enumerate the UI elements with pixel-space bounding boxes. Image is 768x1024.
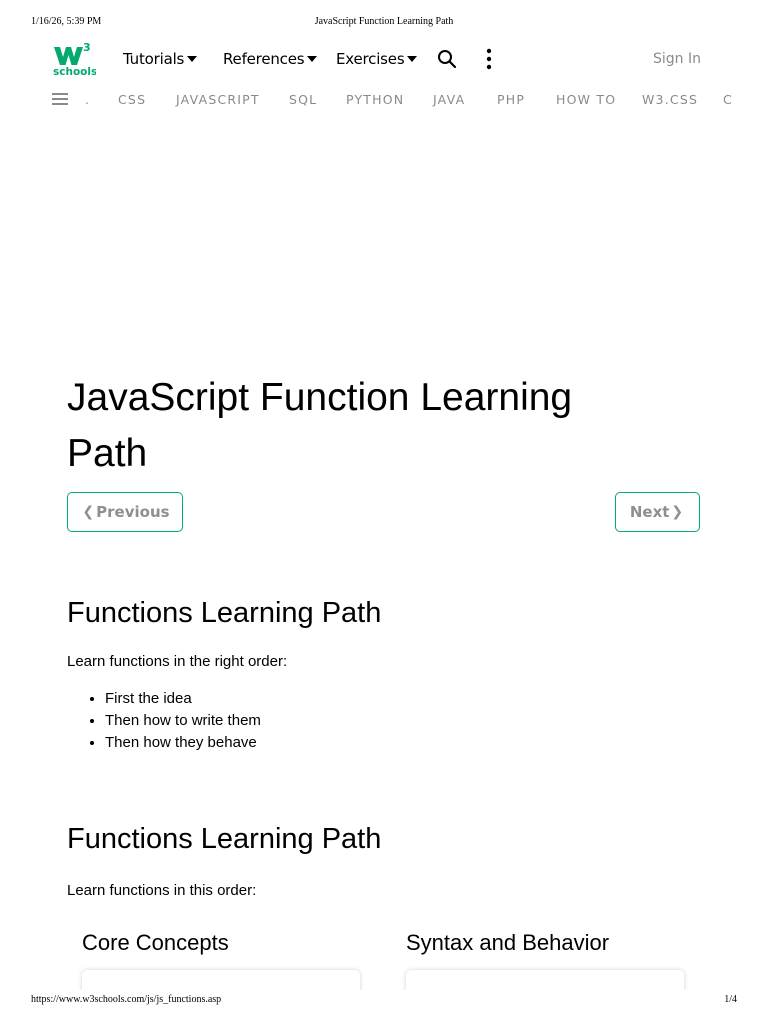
section-intro: Learn functions in the right order:: [67, 653, 288, 670]
card-title-syntax-behavior: Syntax and Behavior: [406, 930, 610, 955]
topic-link-php[interactable]: PHP: [497, 92, 525, 107]
chevron-right-icon: ❯: [671, 504, 684, 520]
topic-link-howto[interactable]: HOW TO: [556, 92, 616, 107]
print-footer: https://www.w3schools.com/js/js_function…: [0, 994, 768, 1008]
section-intro: Learn functions in this order:: [67, 882, 257, 899]
list-item: First the idea: [105, 688, 261, 710]
section-heading: Functions Learning Path: [67, 823, 382, 855]
topic-link-java[interactable]: JAVA: [433, 92, 465, 107]
exercises-menu[interactable]: Exercises: [336, 50, 418, 68]
print-url: https://www.w3schools.com/js/js_function…: [31, 994, 222, 1005]
caret-down-icon: [187, 56, 198, 62]
print-header: 1/16/26, 5:39 PM JavaScript Function Lea…: [0, 16, 768, 30]
topic-link-javascript[interactable]: JAVASCRIPT: [176, 92, 260, 107]
topic-link-python[interactable]: PYTHON: [346, 92, 404, 107]
topic-link-sql[interactable]: SQL: [289, 92, 317, 107]
card-title-core-concepts: Core Concepts: [82, 930, 229, 955]
section-heading: Functions Learning Path: [67, 597, 382, 629]
page-title: JavaScript Function Learning Path: [67, 376, 573, 475]
caret-down-icon: [307, 56, 318, 62]
top-navigation: 3 schools Tutorials References Exercises…: [0, 38, 768, 82]
topic-link-w3css[interactable]: W3.CSS: [642, 92, 698, 107]
tutorials-menu[interactable]: Tutorials: [123, 50, 198, 68]
previous-button[interactable]: ❮ Previous: [67, 492, 183, 532]
chevron-left-icon: ❮: [82, 504, 95, 520]
sign-in-link[interactable]: Sign In: [653, 51, 701, 67]
topic-link-c[interactable]: C: [723, 92, 733, 107]
search-icon[interactable]: [437, 49, 457, 69]
caret-down-icon: [407, 56, 418, 62]
learning-steps-list: First the idea Then how to write them Th…: [67, 688, 261, 754]
next-label: Next: [629, 503, 670, 521]
w3schools-logo[interactable]: 3 schools: [52, 40, 97, 80]
list-item: Then how they behave: [105, 732, 261, 754]
print-page-number: 1/4: [724, 994, 737, 1005]
svg-text:3: 3: [83, 41, 91, 54]
more-options-icon[interactable]: [484, 48, 494, 70]
references-menu[interactable]: References: [223, 50, 318, 68]
list-item: Then how to write them: [105, 710, 261, 732]
hamburger-menu-icon[interactable]: [52, 93, 68, 106]
print-doc-title: JavaScript Function Learning Path: [314, 16, 454, 27]
topic-link-partial[interactable]: .: [85, 92, 90, 107]
next-button[interactable]: Next ❯: [615, 492, 700, 532]
svg-text:schools: schools: [53, 66, 96, 78]
previous-label: Previous: [96, 503, 170, 521]
topic-navigation: . CSS JAVASCRIPT SQL PYTHON JAVA PHP HOW…: [0, 88, 768, 112]
topic-link-css[interactable]: CSS: [118, 92, 146, 107]
